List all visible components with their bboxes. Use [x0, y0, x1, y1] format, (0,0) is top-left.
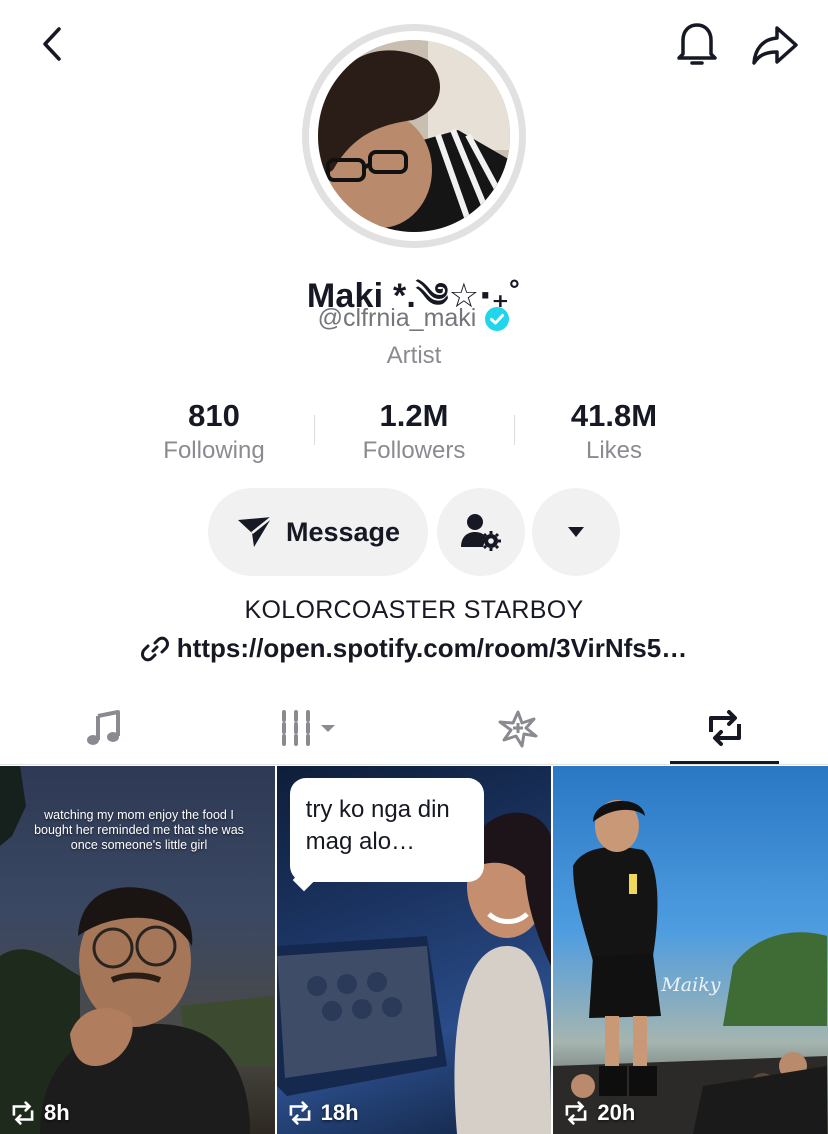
repost-icon: [708, 710, 741, 746]
share-button[interactable]: [748, 18, 802, 72]
video-grid: watching my mom enjoy the food I bought …: [0, 766, 828, 1134]
profile-tabs: [0, 693, 828, 764]
username-handle: @clfrnia_maki: [317, 304, 477, 332]
profile-category: Artist: [386, 342, 442, 369]
video-meta: 18h: [285, 1100, 359, 1126]
caret-down-icon: [568, 527, 584, 537]
video-thumbnail[interactable]: Maiky 20h: [553, 766, 828, 1134]
tab-highlights[interactable]: [414, 693, 621, 763]
verified-badge-icon: [485, 306, 510, 331]
share-arrow-icon: [752, 26, 798, 65]
sparkle-icon: [498, 710, 537, 748]
link-icon: [140, 636, 169, 661]
bio-text: KOLORCOASTER STARBOY: [244, 596, 584, 624]
video-meta: 20h: [561, 1100, 635, 1126]
more-options-button[interactable]: [532, 488, 620, 576]
stat-value: 41.8M: [570, 398, 658, 433]
stat-value: 1.2M: [379, 398, 449, 433]
video-time: 18h: [320, 1100, 359, 1125]
tab-videos[interactable]: [207, 693, 414, 763]
video-thumbnail[interactable]: watching my mom enjoy the food I bought …: [0, 766, 275, 1134]
video-time: 20h: [597, 1100, 636, 1125]
message-button-label: Message: [285, 516, 401, 547]
handle-row: @clfrnia_maki: [0, 304, 828, 333]
video-meta: 8h: [8, 1100, 70, 1126]
stat-likes[interactable]: 41.8M Likes: [514, 398, 714, 465]
repost-icon: [289, 1101, 311, 1125]
tab-reposts[interactable]: [621, 693, 828, 764]
bio-link[interactable]: https://open.spotify.com/room/3VirNfs5…: [0, 633, 828, 664]
avatar-ring[interactable]: [302, 24, 526, 248]
video-caption-bubble: try ko nga din mag alo…: [289, 778, 484, 882]
video-scene: [553, 800, 828, 1134]
stat-label: Following: [163, 437, 265, 464]
friend-settings-button[interactable]: [437, 488, 525, 576]
notifications-button[interactable]: [670, 16, 724, 70]
profile-stats: 810 Following 1.2M Followers 41.8M Likes: [114, 398, 714, 465]
send-icon: [237, 516, 273, 547]
video-time: 8h: [44, 1100, 70, 1125]
tab-music[interactable]: [0, 693, 207, 763]
repost-icon: [12, 1101, 34, 1125]
stat-label: Followers: [362, 437, 466, 464]
back-button[interactable]: [28, 20, 76, 68]
stat-label: Likes: [585, 437, 643, 464]
message-button[interactable]: Message: [208, 488, 428, 576]
grid-filter-icon: [281, 710, 335, 746]
tabs-divider: [0, 764, 828, 765]
avatar: [318, 40, 510, 232]
video-caption: watching my mom enjoy the food I bought …: [34, 808, 244, 852]
user-gear-icon: [461, 514, 501, 551]
avatar-photo: [318, 40, 510, 232]
bio-link-text: https://open.spotify.com/room/3VirNfs5…: [176, 633, 688, 663]
music-note-icon: [86, 710, 120, 745]
chevron-left-icon: [43, 27, 61, 61]
repost-icon: [565, 1101, 587, 1125]
stat-following[interactable]: 810 Following: [114, 398, 314, 465]
stat-value: 810: [188, 398, 240, 433]
stat-followers[interactable]: 1.2M Followers: [314, 398, 514, 465]
video-watermark: Maiky: [661, 974, 721, 996]
bell-icon: [677, 23, 717, 65]
video-thumbnail[interactable]: try ko nga din mag alo… 18h: [276, 766, 552, 1134]
